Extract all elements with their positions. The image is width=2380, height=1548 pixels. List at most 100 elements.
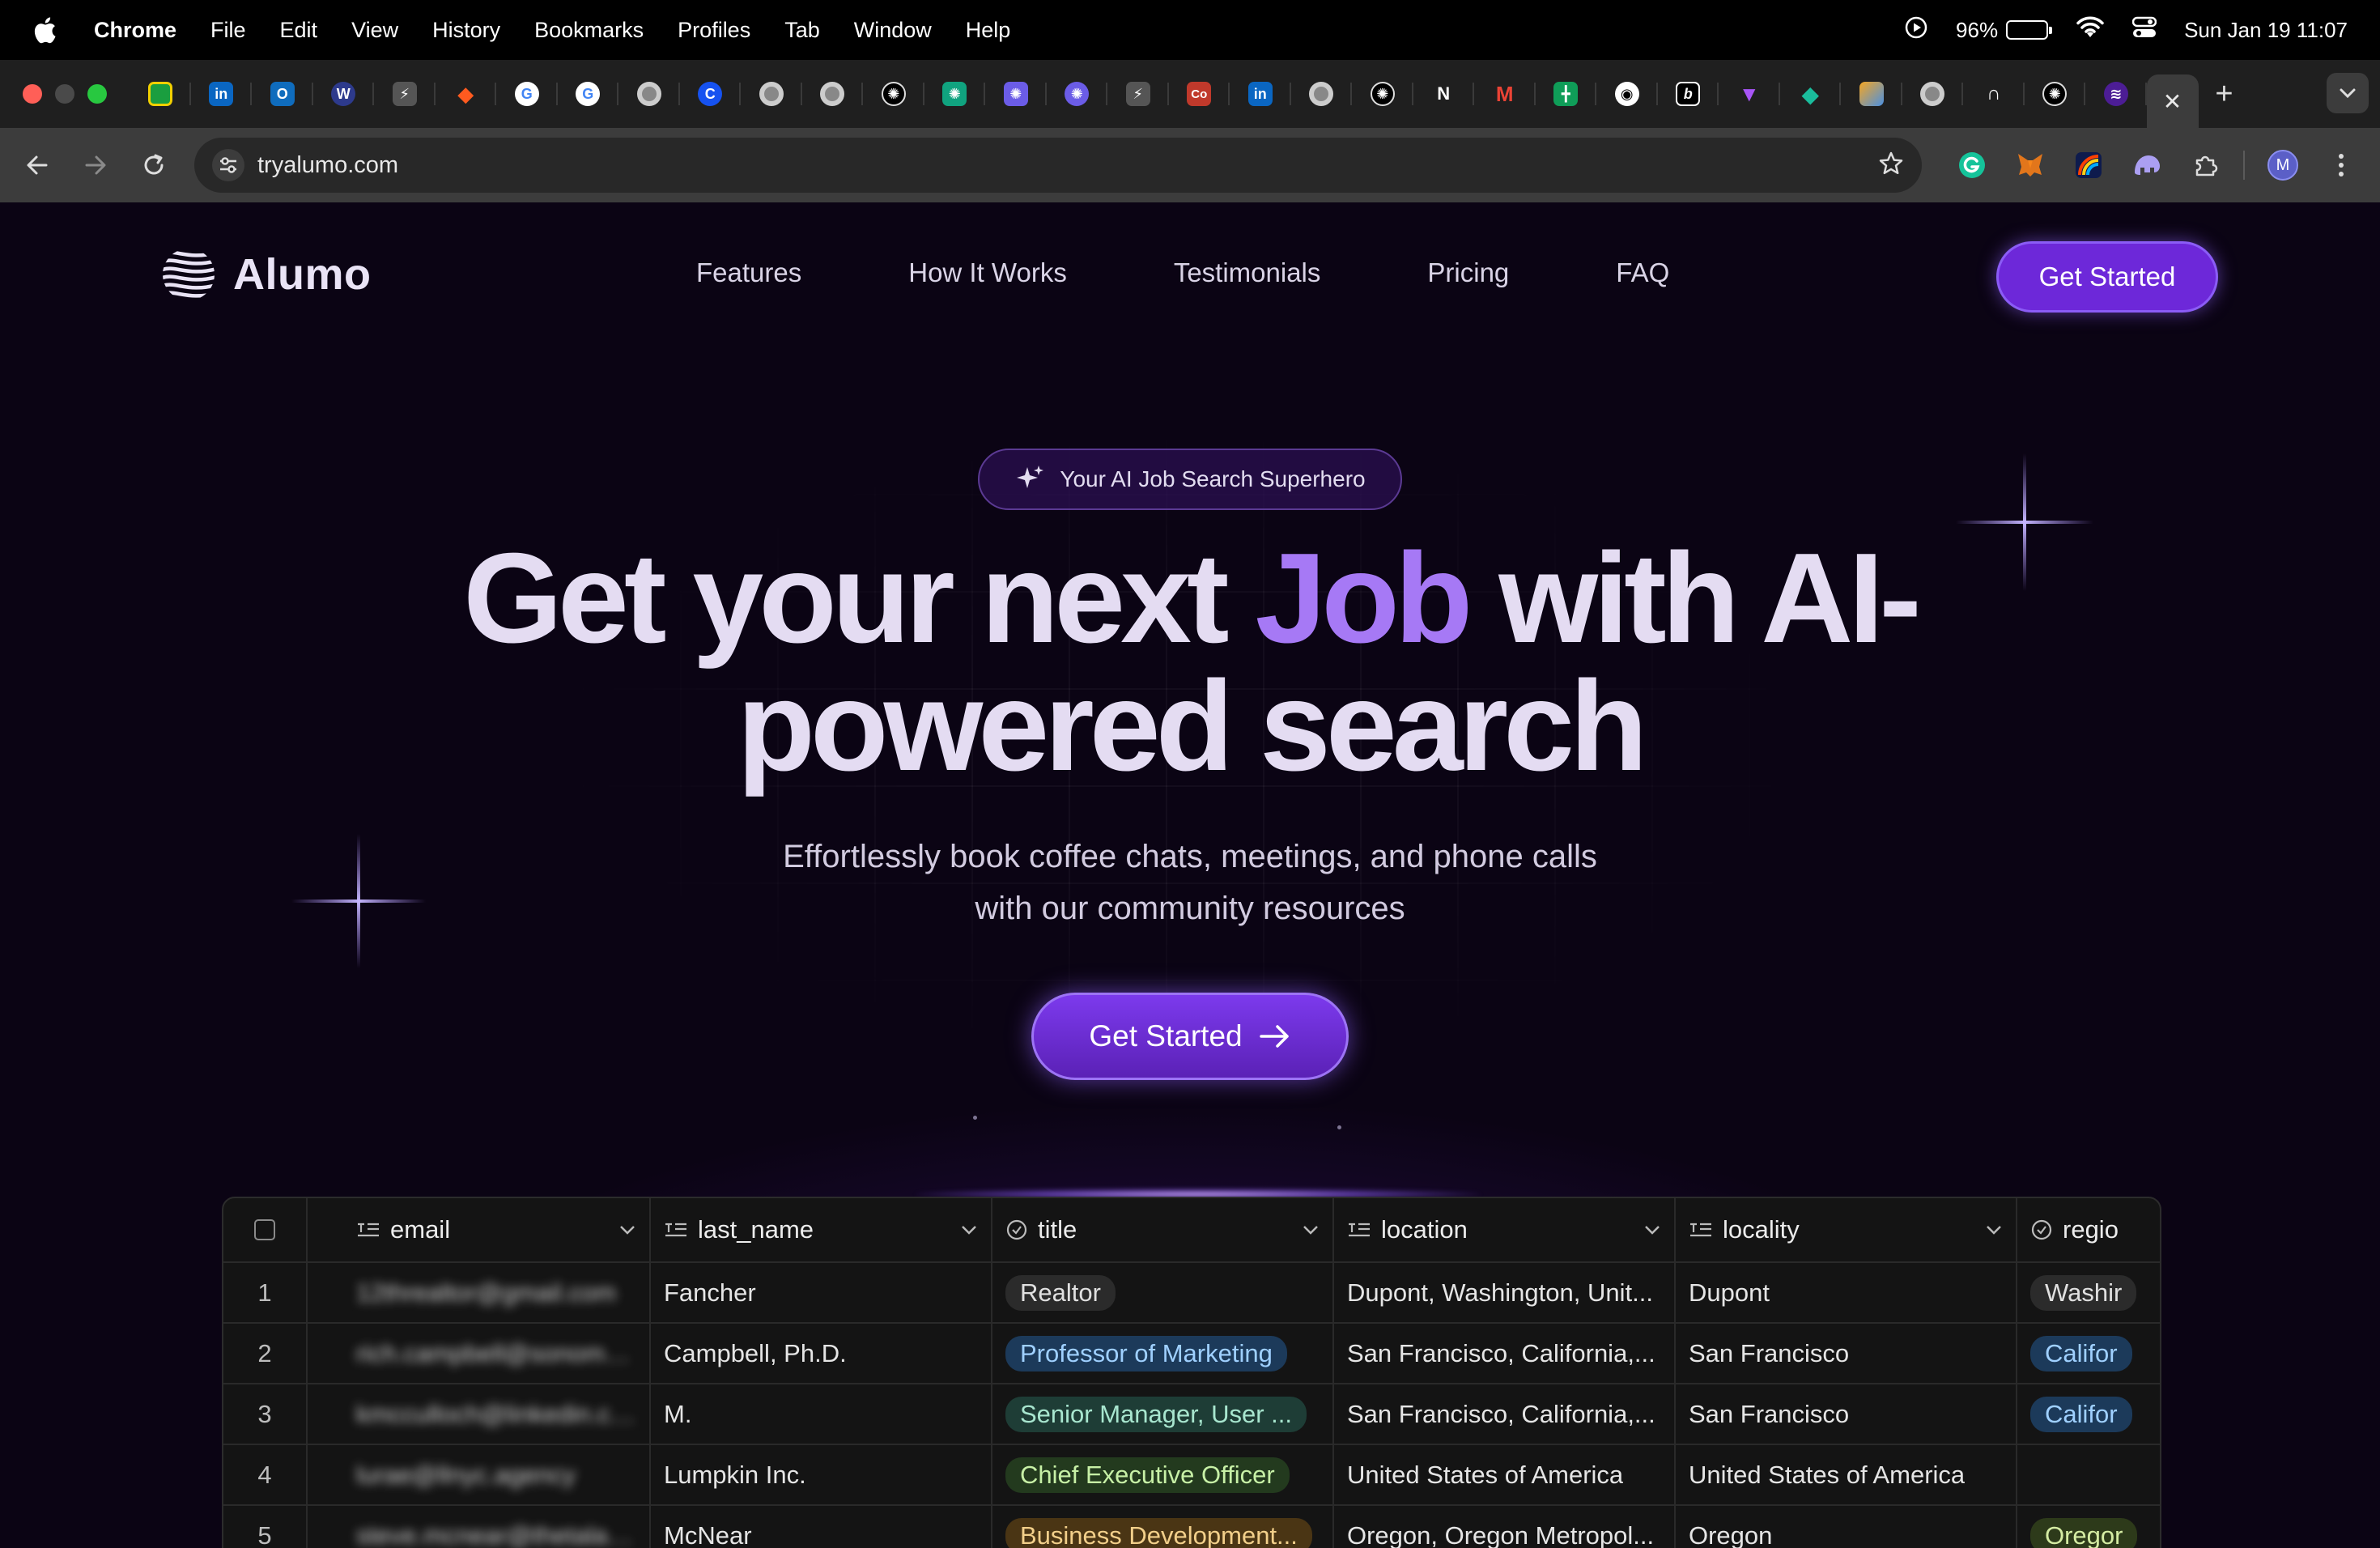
region-cell[interactable]: Washir — [2017, 1263, 2160, 1322]
wifi-icon[interactable] — [2076, 16, 2105, 45]
tab[interactable] — [130, 60, 191, 128]
control-center-icon[interactable] — [2131, 16, 2157, 45]
table-row[interactable]: 5 steve.mcnear@thetalake... McNear Business… — [223, 1506, 2160, 1548]
title-cell[interactable]: Realtor — [992, 1263, 1334, 1322]
tab[interactable]: ⚡ — [374, 60, 436, 128]
close-tab-icon[interactable]: ✕ — [2163, 88, 2182, 115]
tab[interactable]: ✺ — [924, 60, 986, 128]
brand-logo[interactable]: Alumo — [160, 246, 372, 303]
menu-tab[interactable]: Tab — [784, 18, 820, 43]
tab[interactable]: ≋ — [2085, 60, 2147, 128]
menu-file[interactable]: File — [210, 18, 246, 43]
tab[interactable]: ∩ — [1963, 60, 2025, 128]
tab[interactable]: ▼ — [1719, 60, 1780, 128]
menu-edit[interactable]: Edit — [280, 18, 318, 43]
table-row[interactable]: 4 lurae@llnyc.agency Lumpkin Inc. Chief Exe… — [223, 1445, 2160, 1506]
nav-link-features[interactable]: Features — [696, 257, 801, 288]
title-cell[interactable]: Business Development... — [992, 1506, 1334, 1548]
tab[interactable]: ◆ — [436, 60, 497, 128]
region-cell[interactable]: Oregor — [2017, 1506, 2160, 1548]
tab[interactable]: N — [1413, 60, 1475, 128]
menu-window[interactable]: Window — [854, 18, 932, 43]
location-cell[interactable]: Oregon, Oregon Metropol... — [1334, 1506, 1676, 1548]
tab[interactable]: G — [558, 60, 619, 128]
menu-help[interactable]: Help — [966, 18, 1011, 43]
play-icon[interactable] — [1904, 15, 1928, 45]
tab[interactable] — [1841, 60, 1902, 128]
tab[interactable] — [1902, 60, 1964, 128]
new-tab-button[interactable]: + — [2199, 60, 2250, 128]
table-row[interactable]: 2 rich.campbell@sonoma.e... Campbell, Ph.D… — [223, 1324, 2160, 1384]
forward-button[interactable] — [66, 128, 125, 202]
column-header-locality[interactable]: locality — [1676, 1198, 2017, 1261]
tab[interactable] — [1291, 60, 1353, 128]
zoom-window-button[interactable] — [87, 84, 107, 104]
tab[interactable]: in — [191, 60, 253, 128]
phantom-icon[interactable] — [2118, 128, 2176, 202]
menu-bookmarks[interactable]: Bookmarks — [534, 18, 644, 43]
tab[interactable]: Co — [1169, 60, 1230, 128]
profile-button[interactable]: M — [2254, 128, 2312, 202]
region-cell[interactable] — [2017, 1445, 2160, 1504]
extensions-puzzle-icon[interactable] — [2176, 128, 2234, 202]
tab[interactable]: ◉ — [1596, 60, 1658, 128]
tab[interactable] — [741, 60, 802, 128]
locality-cell[interactable]: United States of America — [1676, 1445, 2017, 1504]
back-button[interactable] — [8, 128, 66, 202]
column-header-location[interactable]: location — [1334, 1198, 1676, 1261]
locality-cell[interactable]: Dupont — [1676, 1263, 2017, 1322]
tab[interactable]: b — [1658, 60, 1719, 128]
minimize-window-button[interactable] — [55, 84, 74, 104]
menu-app-name[interactable]: Chrome — [94, 18, 176, 43]
header-get-started-button[interactable]: Get Started — [1996, 241, 2218, 313]
email-cell[interactable]: 12threaltor@gmail.com — [308, 1263, 651, 1322]
tab[interactable]: ✺ — [863, 60, 924, 128]
locality-cell[interactable]: San Francisco — [1676, 1384, 2017, 1444]
tab[interactable]: ✺ — [1352, 60, 1413, 128]
nav-link-how-it-works[interactable]: How It Works — [908, 257, 1067, 288]
region-cell[interactable]: Califor — [2017, 1324, 2160, 1383]
select-all-checkbox[interactable] — [254, 1219, 275, 1240]
tab[interactable] — [802, 60, 864, 128]
battery-status[interactable]: 96% — [1956, 18, 2053, 43]
rainbow-icon[interactable] — [2059, 128, 2118, 202]
last-name-cell[interactable]: Lumpkin Inc. — [651, 1445, 992, 1504]
email-cell[interactable]: kmcculloch@linkedin.com — [308, 1384, 651, 1444]
tab[interactable]: in — [1230, 60, 1291, 128]
nav-link-pricing[interactable]: Pricing — [1427, 257, 1509, 288]
tab[interactable]: ✺ — [1047, 60, 1108, 128]
bookmark-star-icon[interactable] — [1878, 151, 1904, 181]
tab[interactable]: ◆ — [1780, 60, 1842, 128]
table-row[interactable]: 1 12threaltor@gmail.com Fancher Realtor Dupo… — [223, 1263, 2160, 1324]
column-header-last-name[interactable]: last_name — [651, 1198, 992, 1261]
email-cell[interactable]: steve.mcnear@thetalake... — [308, 1506, 651, 1548]
site-info-icon[interactable] — [212, 149, 244, 181]
nav-link-faq[interactable]: FAQ — [1616, 257, 1669, 288]
locality-cell[interactable]: Oregon — [1676, 1506, 2017, 1548]
nav-link-testimonials[interactable]: Testimonials — [1174, 257, 1321, 288]
menu-view[interactable]: View — [351, 18, 398, 43]
location-cell[interactable]: Dupont, Washington, Unit... — [1334, 1263, 1676, 1322]
apple-menu-icon[interactable] — [32, 15, 58, 45]
address-bar[interactable]: tryalumo.com — [194, 138, 1922, 193]
last-name-cell[interactable]: M. — [651, 1384, 992, 1444]
menu-profiles[interactable]: Profiles — [678, 18, 750, 43]
title-cell[interactable]: Chief Executive Officer — [992, 1445, 1334, 1504]
location-cell[interactable]: San Francisco, California,... — [1334, 1384, 1676, 1444]
grammarly-icon[interactable] — [1943, 128, 2001, 202]
tab[interactable]: G — [496, 60, 558, 128]
email-cell[interactable]: lurae@llnyc.agency — [308, 1445, 651, 1504]
chrome-menu-button[interactable] — [2312, 128, 2370, 202]
email-cell[interactable]: rich.campbell@sonoma.e... — [308, 1324, 651, 1383]
tab-active[interactable]: ✕ — [2146, 74, 2199, 128]
tab[interactable]: ✺ — [985, 60, 1047, 128]
hero-get-started-button[interactable]: Get Started — [1031, 993, 1349, 1080]
tab[interactable] — [618, 60, 680, 128]
tab[interactable]: ✺ — [2025, 60, 2086, 128]
region-cell[interactable]: Califor — [2017, 1384, 2160, 1444]
column-header-email[interactable]: email — [308, 1198, 651, 1261]
tab[interactable]: ╋ — [1536, 60, 1597, 128]
menu-history[interactable]: History — [432, 18, 500, 43]
tab[interactable]: ⚡ — [1107, 60, 1169, 128]
tab[interactable]: O — [252, 60, 313, 128]
